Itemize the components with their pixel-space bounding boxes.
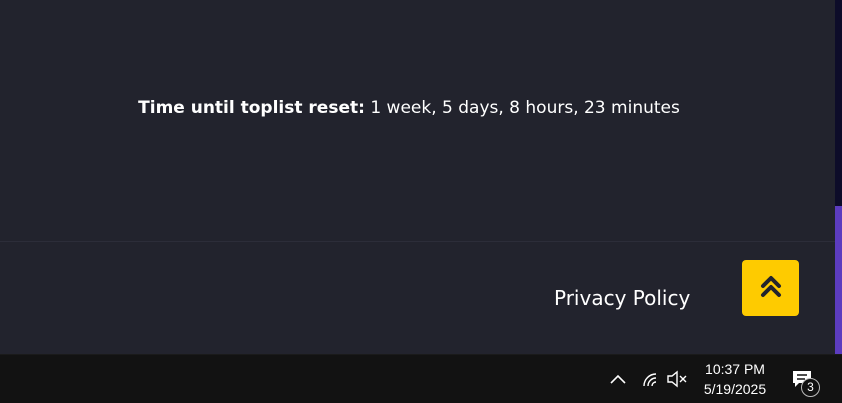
double-chevron-up-icon xyxy=(760,274,782,302)
toplist-reset-timer: Time until toplist reset: 1 week, 5 days… xyxy=(0,96,818,120)
main-content: Time until toplist reset: 1 week, 5 days… xyxy=(0,0,835,354)
scroll-to-top-button[interactable] xyxy=(742,260,799,316)
taskbar-clock[interactable]: 10:37 PM 5/19/2025 xyxy=(690,359,780,399)
page: Time until toplist reset: 1 week, 5 days… xyxy=(0,0,842,403)
toplist-reset-label: Time until toplist reset: xyxy=(138,98,365,118)
notification-count-badge: 3 xyxy=(801,378,820,397)
clock-date: 5/19/2025 xyxy=(703,381,767,397)
chevron-up-icon[interactable] xyxy=(606,367,630,391)
toplist-reset-value: 1 week, 5 days, 8 hours, 23 minutes xyxy=(364,98,680,118)
scrollbar-thumb[interactable] xyxy=(835,206,842,354)
privacy-policy-link[interactable]: Privacy Policy xyxy=(554,285,690,311)
windows-taskbar: 10:37 PM 5/19/2025 3 xyxy=(0,354,842,403)
volume-muted-icon[interactable] xyxy=(665,367,689,391)
footer-divider xyxy=(0,241,835,242)
clock-time: 10:37 PM xyxy=(705,361,765,377)
wifi-icon[interactable] xyxy=(638,367,662,391)
